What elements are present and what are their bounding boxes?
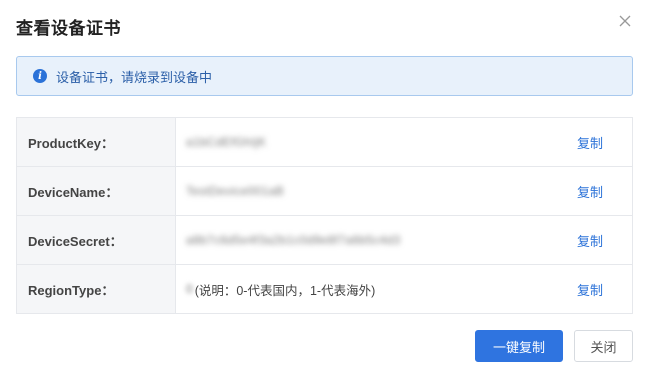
region-type-value: 0 [186,282,193,296]
row-value-cell: a1bCdEfGhIjK 复制 [176,118,632,166]
info-alert: i 设备证书，请烧录到设备中 [16,56,633,96]
copy-all-button[interactable]: 一键复制 [475,330,563,362]
dialog-title: 查看设备证书 [16,19,121,38]
copy-device-name-link[interactable]: 复制 [577,182,603,201]
product-key-value: a1bCdEfGhIjK [186,135,267,149]
close-button[interactable]: 关闭 [574,330,633,362]
table-row-device-name: DeviceName： TestDevice001aB 复制 [17,167,632,216]
copy-product-key-link[interactable]: 复制 [577,133,603,152]
table-row-region-type: RegionType： 0 (说明：0-代表国内，1-代表海外) 复制 [17,265,632,313]
row-label: DeviceSecret： [17,216,176,264]
row-label: DeviceName： [17,167,176,215]
row-value-cell: TestDevice001aB 复制 [176,167,632,215]
info-icon: i [33,69,47,83]
alert-text: 设备证书，请烧录到设备中 [56,69,213,85]
row-label: ProductKey： [17,118,176,166]
device-secret-value: a8b7c6d5e4f3a2b1c0d9e8f7a6b5c4d3 [186,233,401,247]
device-name-value: TestDevice001aB [186,184,284,198]
table-row-product-key: ProductKey： a1bCdEfGhIjK 复制 [17,118,632,167]
close-icon[interactable] [616,12,634,30]
row-value-cell: 0 (说明：0-代表国内，1-代表海外) 复制 [176,265,632,313]
copy-region-type-link[interactable]: 复制 [577,280,603,299]
region-type-note: (说明：0-代表国内，1-代表海外) [194,283,376,298]
table-row-device-secret: DeviceSecret： a8b7c6d5e4f3a2b1c0d9e8f7a6… [17,216,632,265]
row-label: RegionType： [17,265,176,313]
copy-device-secret-link[interactable]: 复制 [577,231,603,250]
certificate-table: ProductKey： a1bCdEfGhIjK 复制 DeviceName： … [16,117,633,314]
device-certificate-dialog: 查看设备证书 i 设备证书，请烧录到设备中 ProductKey： a1bCdE… [0,0,647,376]
row-value-cell: a8b7c6d5e4f3a2b1c0d9e8f7a6b5c4d3 复制 [176,216,632,264]
